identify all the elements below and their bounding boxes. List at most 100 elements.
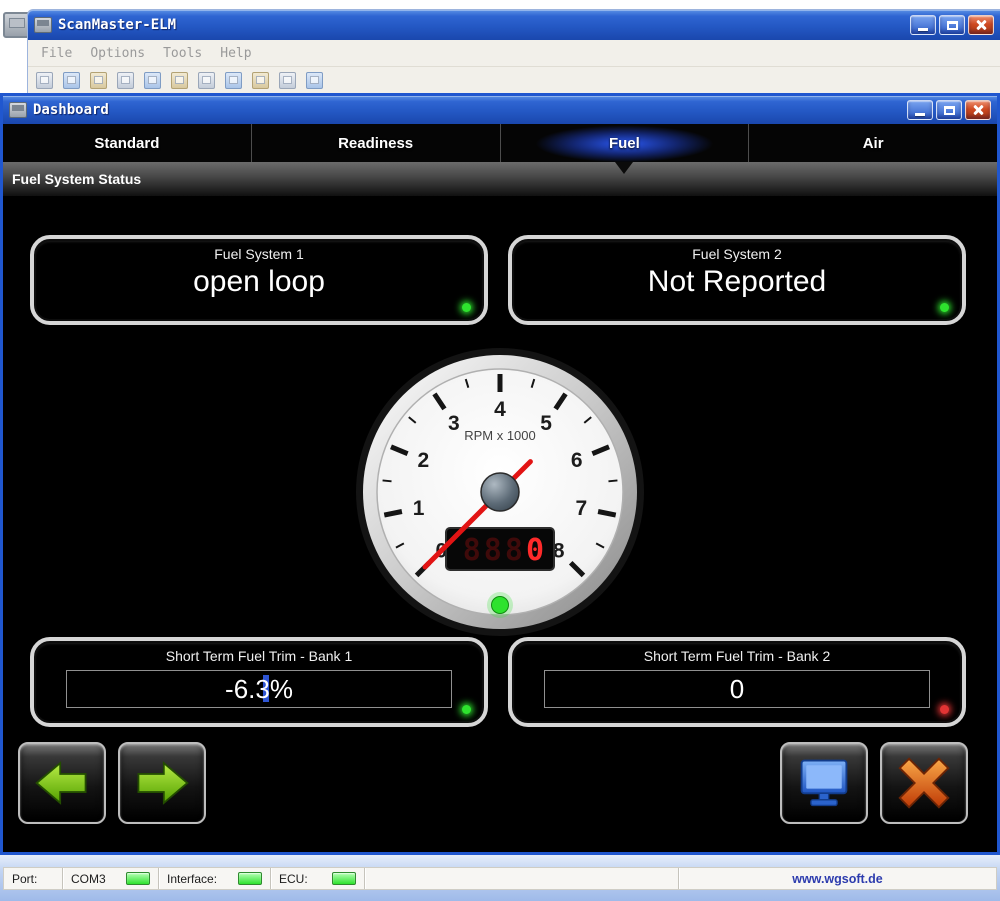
rpm-gauge: 012345678 RPM x 1000 8880 — [350, 342, 650, 642]
ecu-label: ECU: — [279, 872, 308, 886]
section-title: Fuel System Status — [12, 171, 141, 187]
menu-bar: FileOptionsToolsHelp — [28, 40, 1000, 67]
clear-codes-icon[interactable] — [225, 72, 242, 89]
previous-page-button[interactable] — [18, 742, 106, 824]
background-chip-icon — [3, 12, 31, 38]
panel-value: -6.3% — [225, 674, 293, 705]
close-dashboard-button[interactable] — [880, 742, 968, 824]
tab-fuel[interactable]: Fuel — [501, 124, 750, 162]
gauge-number: 4 — [494, 398, 506, 421]
stft-bank2-panel: Short Term Fuel Trim - Bank 2 0 — [508, 637, 966, 727]
read-codes-icon[interactable] — [198, 72, 215, 89]
status-led — [462, 705, 471, 714]
close-icon[interactable] — [965, 100, 991, 120]
panel-title: Fuel System 1 — [34, 246, 484, 262]
tab-air[interactable]: Air — [749, 124, 997, 162]
maximize-icon[interactable] — [939, 15, 965, 35]
close-icon[interactable] — [968, 15, 994, 35]
dashboard-title: Dashboard — [33, 102, 109, 118]
interface-led — [238, 872, 262, 885]
panel-title: Short Term Fuel Trim - Bank 2 — [512, 648, 962, 664]
status-led — [940, 705, 949, 714]
digital-value: 0 — [526, 533, 547, 568]
website-link[interactable]: www.wgsoft.de — [792, 872, 883, 886]
gauge-number: 2 — [417, 449, 429, 472]
gauge-number: 7 — [576, 497, 588, 520]
dashboard-titlebar: Dashboard — [3, 96, 997, 124]
dashboard-chip-icon — [9, 102, 27, 118]
window-title: ScanMaster-ELM — [58, 17, 176, 33]
port-led — [126, 872, 150, 885]
fuel-system-2-panel: Fuel System 2 Not Reported — [508, 235, 966, 325]
tab-label: Air — [863, 135, 884, 152]
info-icon[interactable] — [279, 72, 296, 89]
app-chip-icon — [34, 17, 52, 33]
status-bar: Port: COM3 Interface: ECU: www.wgsoft.de — [3, 867, 997, 890]
gauge-number: 1 — [413, 497, 425, 520]
menu-help[interactable]: Help — [211, 44, 260, 63]
value-field[interactable]: 0 — [544, 670, 930, 708]
needle-hub — [481, 473, 519, 511]
tab-label: Fuel — [609, 135, 640, 152]
port-value-cell: COM3 — [62, 868, 158, 889]
value-field[interactable]: -6.3% — [66, 670, 452, 708]
help-icon[interactable] — [306, 72, 323, 89]
stft-bank1-panel: Short Term Fuel Trim - Bank 1 -6.3% — [30, 637, 488, 727]
close-x-icon — [896, 755, 952, 811]
arrow-right-icon — [133, 759, 191, 807]
tab-standard[interactable]: Standard — [3, 124, 252, 162]
section-header: Fuel System Status — [3, 162, 997, 196]
status-led — [940, 303, 949, 312]
port-value: COM3 — [71, 872, 106, 886]
dashboard-window: Dashboard Standard Readiness Fuel Air Fuel … — [0, 93, 1000, 855]
interface-label: Interface: — [167, 872, 217, 886]
gauge-number: 5 — [540, 412, 552, 435]
statusbar-spacer — [364, 868, 678, 889]
gauge-number: 3 — [448, 412, 460, 435]
digital-ghost-digits: 888 — [463, 533, 526, 568]
monitor-icon — [796, 757, 852, 809]
arrow-left-icon — [33, 759, 91, 807]
open-file-icon[interactable] — [63, 72, 80, 89]
tab-bar: Standard Readiness Fuel Air — [3, 124, 997, 162]
main-titlebar: ScanMaster-ELM — [28, 10, 1000, 40]
port-label-cell: Port: — [4, 868, 62, 889]
panel-title: Short Term Fuel Trim - Bank 1 — [34, 648, 484, 664]
digital-readout: 8880 — [463, 533, 547, 568]
tab-readiness[interactable]: Readiness — [252, 124, 501, 162]
menu-options[interactable]: Options — [81, 44, 154, 63]
panel-value: open loop — [34, 265, 484, 299]
gauge-status-led — [492, 597, 509, 614]
copy-icon[interactable] — [144, 72, 161, 89]
scanmaster-window: ScanMaster-ELM FileOptionsToolsHelp — [28, 10, 1000, 93]
panel-value: 0 — [730, 674, 744, 705]
minimize-icon[interactable] — [907, 100, 933, 120]
main-window-controls — [910, 15, 994, 35]
menu-tools[interactable]: Tools — [154, 44, 211, 63]
status-led — [462, 303, 471, 312]
menu-file[interactable]: File — [32, 44, 81, 63]
connect-icon[interactable] — [171, 72, 188, 89]
next-page-button[interactable] — [118, 742, 206, 824]
tab-label: Standard — [94, 135, 159, 152]
new-file-icon[interactable] — [36, 72, 53, 89]
active-tab-pointer — [615, 162, 633, 174]
window-bottom-frame: Port: COM3 Interface: ECU: www.wgsoft.de — [0, 855, 1000, 901]
panel-title: Fuel System 2 — [512, 246, 962, 262]
port-label: Port: — [12, 872, 37, 886]
toolbar — [28, 67, 1000, 93]
display-mode-button[interactable] — [780, 742, 868, 824]
maximize-icon[interactable] — [936, 100, 962, 120]
fuel-system-1-panel: Fuel System 1 open loop — [30, 235, 488, 325]
gauge-label: RPM x 1000 — [464, 428, 536, 443]
dashboard-window-controls — [907, 100, 991, 120]
website-cell: www.wgsoft.de — [678, 868, 996, 889]
gauge-number: 6 — [571, 449, 583, 472]
tab-label: Readiness — [338, 135, 413, 152]
panel-value: Not Reported — [512, 265, 962, 299]
paste-icon[interactable] — [90, 72, 107, 89]
save-icon[interactable] — [117, 72, 134, 89]
live-data-icon[interactable] — [252, 72, 269, 89]
ecu-cell: ECU: — [270, 868, 364, 889]
minimize-icon[interactable] — [910, 15, 936, 35]
